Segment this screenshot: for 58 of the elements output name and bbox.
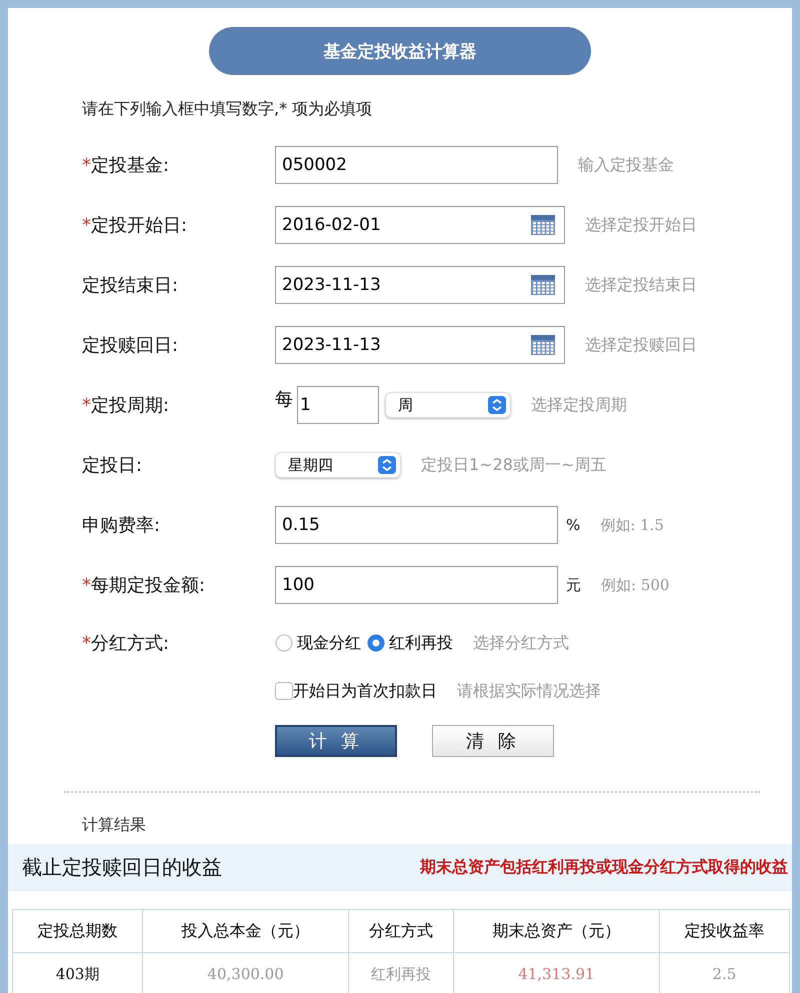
- date-value: 2023-11-13: [282, 335, 381, 355]
- calculate-button[interactable]: 计 算: [275, 725, 397, 757]
- text-field[interactable]: 050002: [275, 146, 558, 184]
- column-header: 期末总资产（元）: [454, 910, 660, 952]
- stepper-icon: [488, 396, 506, 414]
- field-hint: 定投日1~28或周一~周五: [421, 454, 606, 476]
- field-hint: 选择定投结束日: [585, 274, 697, 296]
- field-label: *定投周期:: [82, 394, 170, 417]
- column-header: 分红方式: [348, 910, 454, 952]
- field-hint: 选择定投开始日: [585, 214, 697, 236]
- unit-text: 元: [566, 576, 581, 594]
- radio-option[interactable]: 红利再投: [367, 632, 453, 654]
- field-hint: 选择定投赎回日: [585, 334, 697, 356]
- calendar-icon[interactable]: [530, 214, 556, 236]
- table-cell: 403期: [12, 952, 143, 993]
- field-label: *定投基金:: [82, 154, 170, 177]
- unit-text: %: [566, 516, 580, 534]
- field-label: *每期定投金额:: [82, 574, 206, 597]
- calculator-title: 基金定投收益计算器: [209, 27, 591, 75]
- prefix-text: 每: [275, 388, 293, 411]
- field-hint: 输入定投基金: [578, 154, 674, 176]
- date-value: 2023-11-13: [282, 275, 381, 295]
- field-hint: 请根据实际情况选择: [457, 680, 601, 702]
- date-field[interactable]: 2016-02-01: [275, 206, 565, 244]
- radio-icon[interactable]: [367, 634, 385, 652]
- day-select[interactable]: 星期四: [275, 452, 401, 478]
- field-hint: 选择分红方式: [473, 632, 569, 654]
- field-label: *定投开始日:: [82, 214, 188, 237]
- number-field[interactable]: 1: [297, 386, 379, 424]
- text-field[interactable]: 0.15: [275, 506, 558, 544]
- field-hint: 例如: 1.5: [600, 516, 664, 534]
- calendar-icon[interactable]: [530, 334, 556, 356]
- date-value: 2016-02-01: [282, 215, 381, 235]
- field-hint: 选择定投周期: [531, 394, 627, 416]
- calendar-icon[interactable]: [530, 274, 556, 296]
- checkbox-option[interactable]: 开始日为首次扣款日: [275, 680, 437, 702]
- stepper-icon: [378, 456, 396, 474]
- instructions-text: 请在下列输入框中填写数字,* 项为必填项: [82, 99, 374, 120]
- column-header: 定投总期数: [12, 910, 143, 952]
- field-label: *分红方式:: [82, 632, 170, 655]
- results-note: 期末总资产包括红利再投或现金分红方式取得的收益: [420, 857, 788, 878]
- column-header: 定投收益率: [659, 910, 790, 952]
- column-header: 投入总本金（元）: [142, 910, 348, 952]
- field-label: 定投日:: [82, 454, 144, 477]
- field-label: 定投结束日:: [82, 274, 180, 297]
- field-hint: 例如: 500: [601, 576, 670, 594]
- field-label: 定投赎回日:: [82, 334, 180, 357]
- radio-option[interactable]: 现金分红: [275, 632, 361, 654]
- results-heading: 计算结果: [82, 815, 147, 836]
- date-field[interactable]: 2023-11-13: [275, 326, 565, 364]
- text-field[interactable]: 100: [275, 566, 558, 604]
- date-field[interactable]: 2023-11-13: [275, 266, 565, 304]
- results-title: 截止定投赎回日的收益: [22, 854, 222, 881]
- radio-icon[interactable]: [275, 634, 293, 652]
- checkbox-icon[interactable]: [275, 682, 293, 700]
- field-label: 申购费率:: [82, 514, 162, 537]
- clear-button[interactable]: 清 除: [432, 725, 554, 757]
- period-select[interactable]: 周: [385, 392, 511, 418]
